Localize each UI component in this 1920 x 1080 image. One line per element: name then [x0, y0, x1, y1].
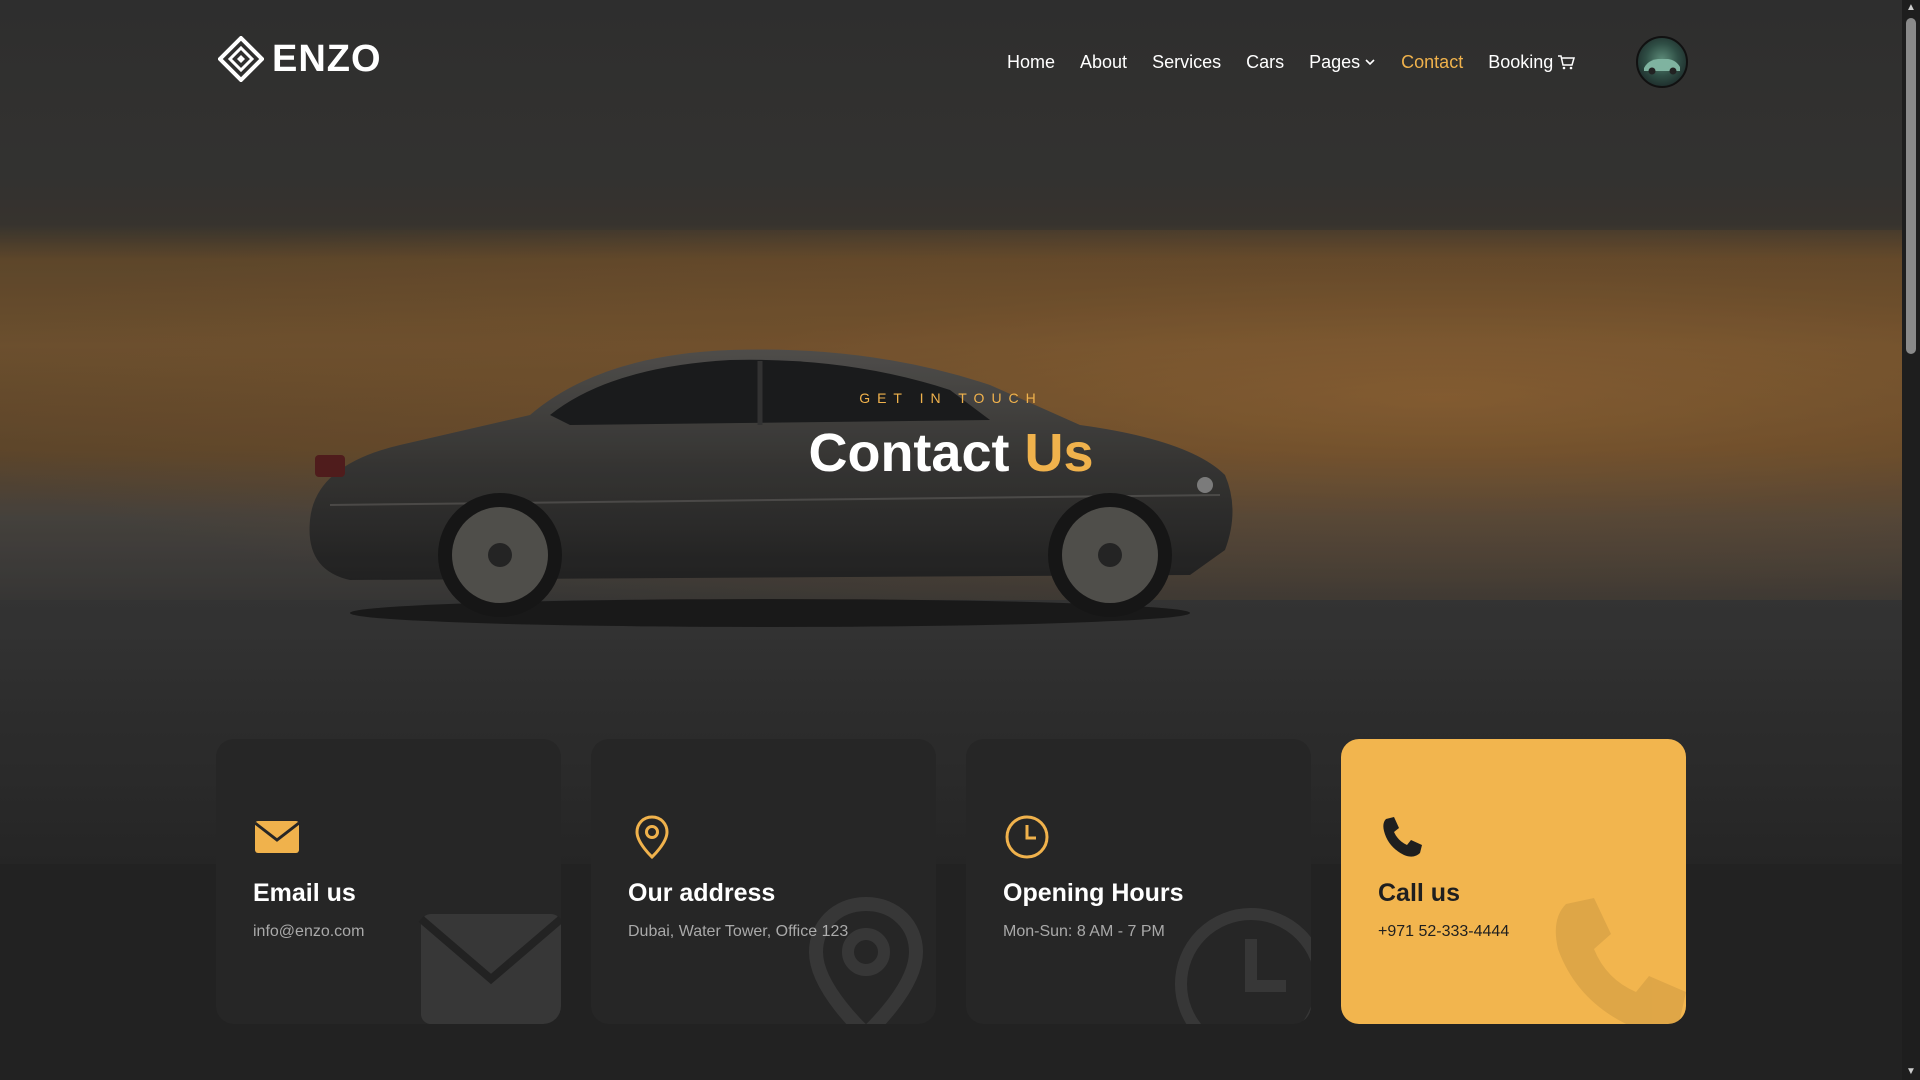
- page-title-accent: Us: [1024, 423, 1094, 483]
- address-card[interactable]: Our address Dubai, Water Tower, Office 1…: [591, 739, 936, 1024]
- main-nav: Home About Services Cars Pages Contact B…: [1007, 50, 1600, 74]
- clock-icon: [1005, 815, 1049, 859]
- nav-item-pages[interactable]: Pages: [1309, 52, 1376, 73]
- phone-watermark-icon: [1555, 898, 1686, 1024]
- diamond-logo-icon: [218, 36, 264, 82]
- nav-item-services[interactable]: Services: [1152, 52, 1221, 73]
- location-pin-icon: [635, 815, 669, 860]
- card-value[interactable]: info@enzo.com: [253, 923, 364, 941]
- page-title: Contact Us: [0, 422, 1902, 484]
- call-card[interactable]: Call us +971 52-333-4444: [1341, 739, 1686, 1024]
- scroll-up-arrow-icon[interactable]: ▲: [1906, 2, 1916, 14]
- nav-item-about[interactable]: About: [1080, 52, 1127, 73]
- scroll-thumb[interactable]: [1906, 18, 1916, 354]
- envelope-icon: [254, 821, 300, 853]
- car-thumbnail-icon: [1644, 59, 1680, 75]
- chevron-down-icon: [1365, 59, 1375, 66]
- page-scrollbar[interactable]: ▲ ▼: [1902, 0, 1920, 1080]
- hero-subtitle: GET IN TOUCH: [859, 390, 1043, 406]
- clock-watermark-icon: [1175, 908, 1311, 1024]
- envelope-watermark-icon: [418, 914, 561, 1024]
- nav-item-contact[interactable]: Contact: [1401, 52, 1463, 73]
- location-pin-watermark-icon: [808, 896, 924, 1024]
- hours-card[interactable]: Opening Hours Mon-Sun: 8 AM - 7 PM: [966, 739, 1311, 1024]
- scroll-down-arrow-icon[interactable]: ▼: [1906, 1066, 1916, 1078]
- page-title-main: Contact: [808, 423, 1010, 483]
- card-title: Email us: [253, 879, 356, 907]
- card-title: Our address: [628, 879, 776, 907]
- nav-item-cars[interactable]: Cars: [1246, 52, 1284, 73]
- logo[interactable]: ENZO: [218, 36, 382, 82]
- email-card[interactable]: Email us info@enzo.com: [216, 739, 561, 1024]
- card-value: Mon-Sun: 8 AM - 7 PM: [1003, 923, 1165, 940]
- avatar[interactable]: [1636, 36, 1688, 88]
- cart-icon: [1558, 55, 1576, 70]
- nav-item-home[interactable]: Home: [1007, 52, 1055, 73]
- card-value[interactable]: +971 52-333-4444: [1378, 923, 1509, 941]
- contact-cards: Email us info@enzo.com Our address Dubai…: [216, 739, 1686, 1024]
- card-title: Call us: [1378, 879, 1460, 907]
- nav-item-booking[interactable]: Booking: [1488, 52, 1576, 73]
- brand-name: ENZO: [272, 37, 382, 80]
- card-title: Opening Hours: [1003, 879, 1184, 907]
- phone-icon: [1383, 817, 1422, 857]
